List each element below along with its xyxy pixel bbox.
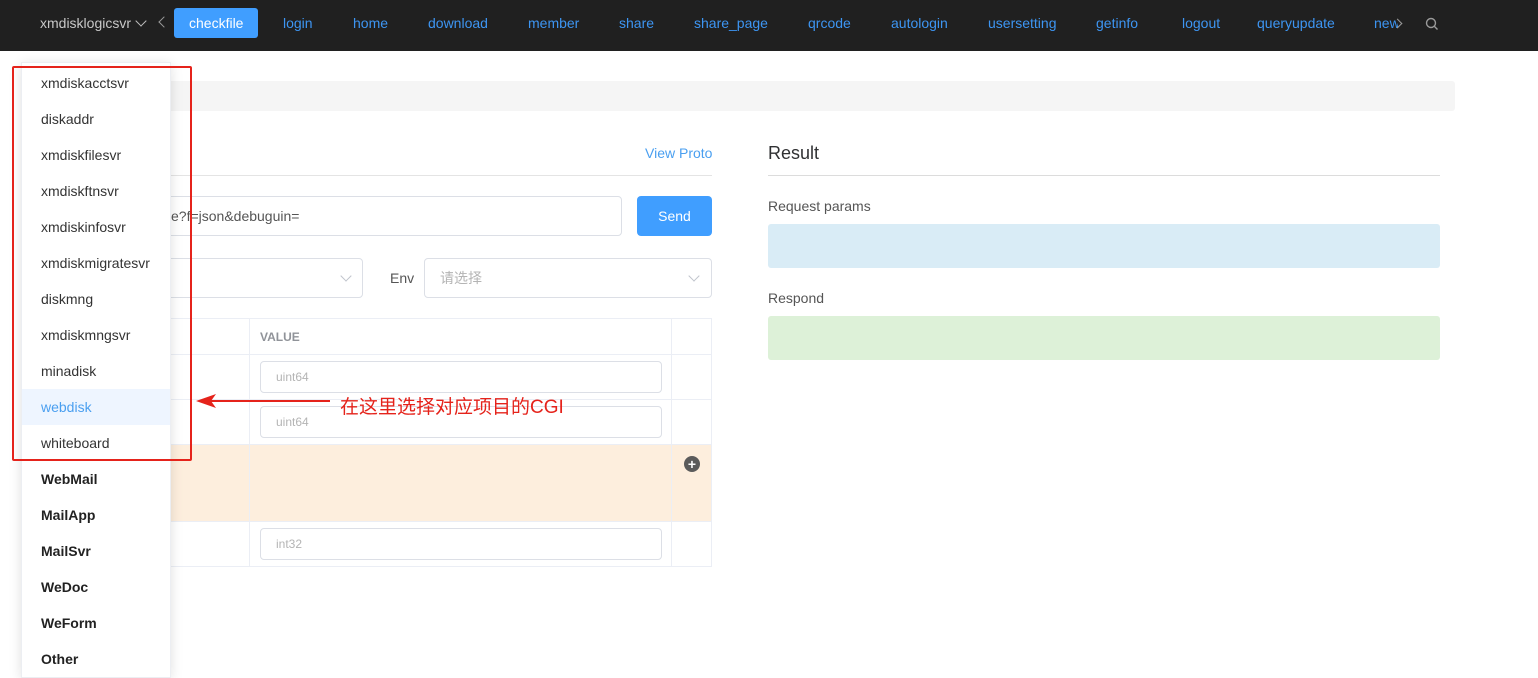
respond-label: Respond: [768, 290, 825, 306]
server-select[interactable]: xmdisklogicsvr: [40, 15, 147, 31]
divider: [141, 354, 711, 355]
tab-usersetting[interactable]: usersetting: [988, 8, 1056, 38]
search-icon[interactable]: [1425, 17, 1439, 31]
params-table: VALUE uint64 uint64 + int32: [140, 318, 712, 567]
dropdown-item-webdisk[interactable]: webdisk: [22, 389, 170, 425]
chevron-down-icon: [688, 270, 700, 282]
page: xmdisklogicsvr checkfile login home down…: [0, 0, 1538, 678]
dropdown-item-whiteboard[interactable]: whiteboard: [22, 425, 170, 461]
dropdown-group-weform[interactable]: WeForm: [22, 605, 170, 641]
view-proto-link[interactable]: View Proto: [645, 145, 712, 161]
scroll-left-icon[interactable]: [158, 16, 170, 28]
tab-share[interactable]: share: [619, 8, 654, 38]
top-nav-bar: xmdisklogicsvr checkfile login home down…: [0, 0, 1538, 51]
env-select[interactable]: 请选择: [424, 258, 712, 298]
tab-autologin[interactable]: autologin: [891, 8, 948, 38]
dropdown-group-other[interactable]: Other: [22, 641, 170, 677]
request-params-label: Request params: [768, 198, 871, 214]
dropdown-item-diskmng[interactable]: diskmng: [22, 281, 170, 317]
tab-home[interactable]: home: [353, 8, 388, 38]
dropdown-group-mailsvr[interactable]: MailSvr: [22, 533, 170, 569]
divider: [671, 319, 672, 566]
dropdown-item-xmdiskftnsvr[interactable]: xmdiskftnsvr: [22, 173, 170, 209]
result-title: Result: [768, 143, 820, 163]
env-select-placeholder: 请选择: [440, 270, 482, 286]
send-button[interactable]: Send: [637, 196, 712, 236]
add-item-icon[interactable]: +: [684, 456, 700, 472]
param-value-input[interactable]: int32: [260, 528, 662, 560]
table-row-nested: [141, 445, 711, 521]
tab-member[interactable]: member: [528, 8, 579, 38]
tab-share-page[interactable]: share_page: [694, 8, 768, 38]
cgi-tabs: checkfile login home download member sha…: [174, 8, 1398, 38]
service-select[interactable]: [140, 258, 363, 298]
param-value-input[interactable]: uint64: [260, 361, 662, 393]
dropdown-group-wedoc[interactable]: WeDoc: [22, 569, 170, 605]
tab-logout[interactable]: logout: [1182, 8, 1220, 38]
tab-download[interactable]: download: [428, 8, 488, 38]
chevron-down-icon: [135, 15, 147, 27]
dropdown-item-xmdiskinfosvr[interactable]: xmdiskinfosvr: [22, 209, 170, 245]
respond-box: [768, 316, 1440, 360]
divider: [141, 444, 711, 445]
tab-getinfo[interactable]: getinfo: [1096, 8, 1138, 38]
tab-login[interactable]: login: [283, 8, 313, 38]
request-params-box: [768, 224, 1440, 268]
dropdown-item-minadisk[interactable]: minadisk: [22, 353, 170, 389]
dropdown-item-diskaddr[interactable]: diskaddr: [22, 101, 170, 137]
dropdown-item-xmdiskmngsvr[interactable]: xmdiskmngsvr: [22, 317, 170, 353]
divider: [141, 521, 711, 522]
annotation-text: 在这里选择对应项目的CGI: [340, 397, 564, 418]
tab-queryupdate[interactable]: queryupdate: [1257, 8, 1335, 38]
divider: [768, 175, 1440, 176]
chevron-down-icon: [340, 270, 352, 282]
annotation-arrow-icon: [196, 394, 330, 408]
request-url-input[interactable]: e?f=json&debuguin=: [140, 196, 622, 236]
server-select-value: xmdisklogicsvr: [40, 15, 132, 31]
breadcrumb: [165, 81, 1455, 111]
divider: [249, 319, 250, 566]
dropdown-group-mailapp[interactable]: MailApp: [22, 497, 170, 533]
server-dropdown-menu: xmdiskacctsvr diskaddr xmdiskfilesvr xmd…: [21, 62, 171, 678]
dropdown-group-webmail[interactable]: WebMail: [22, 461, 170, 497]
dropdown-item-xmdiskfilesvr[interactable]: xmdiskfilesvr: [22, 137, 170, 173]
dropdown-item-xmdiskmigratesvr[interactable]: xmdiskmigratesvr: [22, 245, 170, 281]
value-column-header: VALUE: [260, 330, 300, 344]
tab-qrcode[interactable]: qrcode: [808, 8, 851, 38]
env-label: Env: [390, 270, 415, 286]
tab-checkfile[interactable]: checkfile: [174, 8, 259, 38]
divider: [165, 175, 712, 176]
dropdown-item-xmdiskacctsvr[interactable]: xmdiskacctsvr: [22, 65, 170, 101]
